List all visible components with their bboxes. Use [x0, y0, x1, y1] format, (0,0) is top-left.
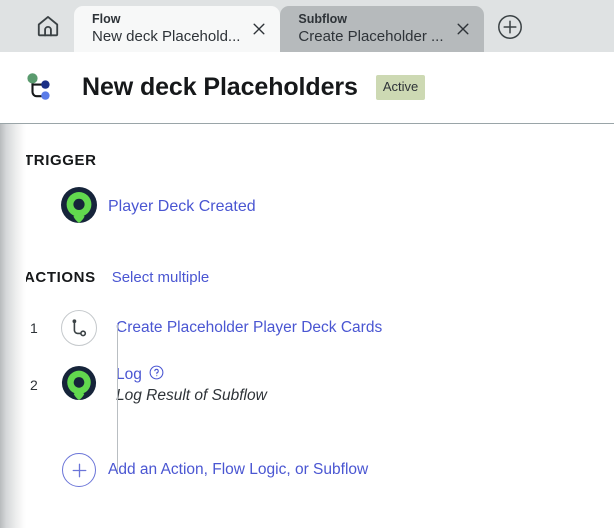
- tab-subflow-title: Create Placeholder ...: [298, 28, 444, 45]
- tab-flow-title: New deck Placehold...: [92, 28, 241, 45]
- action-index-2: 2: [30, 377, 38, 393]
- page-title: New deck Placeholders: [82, 73, 358, 101]
- actions-section-header: ACTIONS Select multiple: [24, 231, 614, 286]
- home-icon: [35, 13, 61, 39]
- action-list: 1 Create Placeholder Player Deck Cards 2…: [24, 302, 614, 496]
- close-icon: [456, 22, 470, 41]
- tab-flow-close-button[interactable]: [248, 20, 270, 42]
- add-action-icon-cell: [50, 453, 108, 487]
- status-badge: Active: [375, 75, 426, 100]
- actions-section-label: ACTIONS: [24, 269, 96, 286]
- tab-subflow-texts: Subflow Create Placeholder ...: [298, 11, 449, 47]
- close-icon: [252, 22, 266, 41]
- flow-header: New deck Placeholders Active: [0, 52, 614, 124]
- tab-flow[interactable]: Flow New deck Placehold...: [74, 6, 281, 52]
- trigger-row[interactable]: Player Deck Created: [24, 183, 614, 231]
- action-subtext-2: Log Result of Subflow: [116, 386, 267, 404]
- action-icon-cell-1: [50, 310, 108, 346]
- trigger-icon-cell: [50, 186, 108, 229]
- action-label-2[interactable]: Log: [116, 365, 142, 385]
- flow-designer-logo-icon: [16, 65, 60, 111]
- select-multiple-link[interactable]: Select multiple: [112, 269, 210, 286]
- flow-canvas: TRIGGER Player Deck Created ACTIONS Sele…: [0, 124, 614, 528]
- action-row-2[interactable]: 2 Log Log Result of Subflow: [24, 354, 614, 416]
- action-label-row-2: Log: [116, 365, 267, 385]
- tab-subflow-close-button[interactable]: [452, 20, 474, 42]
- tab-bar: Flow New deck Placehold... Subflow Creat…: [0, 0, 614, 52]
- tab-subflow[interactable]: Subflow Create Placeholder ...: [280, 6, 484, 52]
- trigger-section-label: TRIGGER: [24, 152, 97, 169]
- servicenow-mark-icon[interactable]: [60, 186, 98, 229]
- servicenow-mark-icon[interactable]: [61, 365, 97, 406]
- add-action-row[interactable]: Add an Action, Flow Logic, or Subflow: [24, 444, 614, 496]
- plus-circle-icon: [497, 14, 523, 45]
- action-texts-1: Create Placeholder Player Deck Cards: [116, 318, 382, 338]
- add-action-label[interactable]: Add an Action, Flow Logic, or Subflow: [108, 460, 368, 480]
- action-row-1[interactable]: 1 Create Placeholder Player Deck Cards: [24, 302, 614, 354]
- subflow-icon[interactable]: [61, 310, 97, 346]
- tab-flow-kind: Flow: [92, 12, 121, 26]
- action-icon-cell-2: [50, 365, 108, 406]
- left-edge-shadow: [0, 124, 26, 528]
- action-index-1: 1: [30, 320, 38, 336]
- home-button[interactable]: [22, 0, 74, 52]
- action-connector-line: [117, 324, 118, 472]
- action-texts-2: Log Log Result of Subflow: [116, 365, 267, 406]
- new-tab-button[interactable]: [488, 6, 532, 52]
- flow-designer-window: Flow New deck Placehold... Subflow Creat…: [0, 0, 614, 529]
- tab-flow-texts: Flow New deck Placehold...: [92, 11, 246, 47]
- plus-circle-icon[interactable]: [62, 453, 96, 487]
- action-label-1[interactable]: Create Placeholder Player Deck Cards: [116, 318, 382, 338]
- tab-subflow-kind: Subflow: [298, 12, 348, 26]
- help-circle-icon[interactable]: [149, 365, 164, 385]
- trigger-label[interactable]: Player Deck Created: [108, 197, 256, 217]
